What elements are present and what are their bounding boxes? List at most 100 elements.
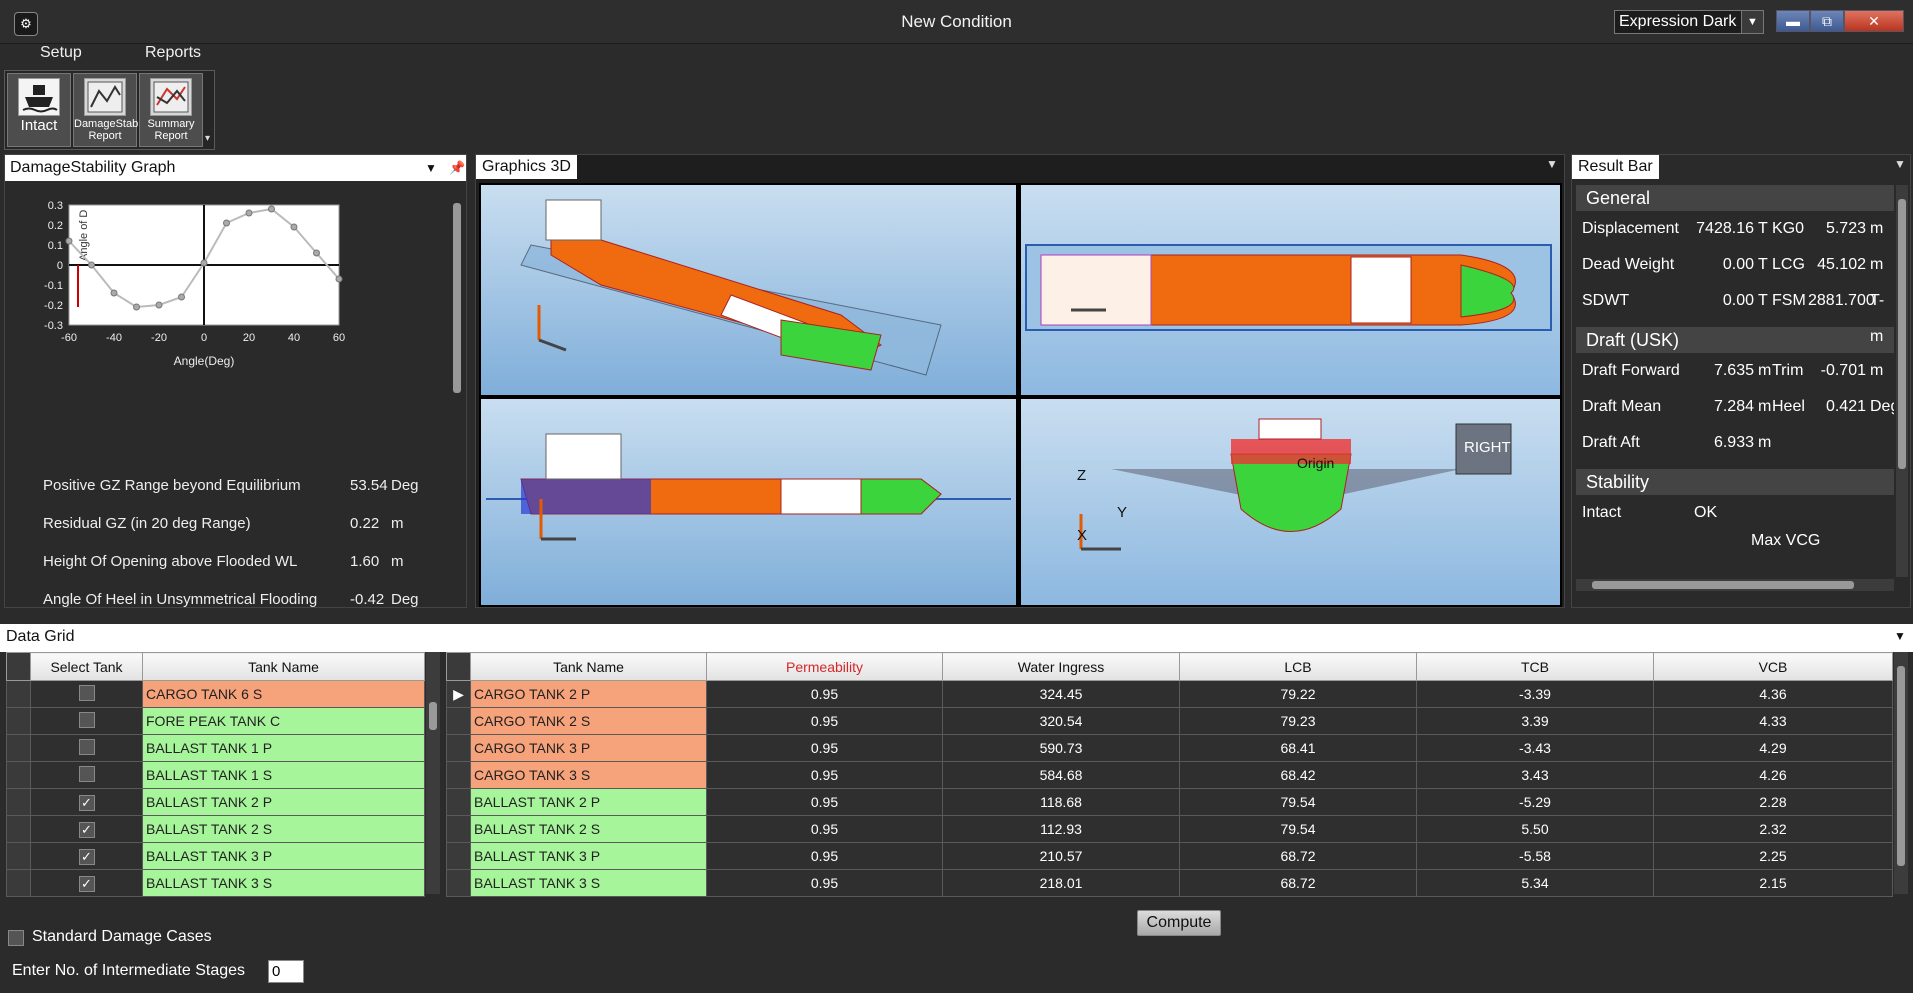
- column-header-water-ingress[interactable]: Water Ingress: [942, 652, 1180, 681]
- graphics3d-tab[interactable]: Graphics 3D: [476, 155, 577, 179]
- select-tank-cell[interactable]: ✓: [30, 788, 143, 816]
- intact-button[interactable]: Intact: [7, 73, 71, 147]
- table-row[interactable]: BALLAST TANK 3 S 0.95 218.01 68.72 5.34 …: [446, 869, 1893, 897]
- permeability-cell[interactable]: 0.95: [706, 815, 943, 843]
- select-tank-cell[interactable]: ✓: [30, 815, 143, 843]
- select-tank-cell[interactable]: [30, 734, 143, 762]
- select-tank-checkbox[interactable]: [78, 765, 95, 782]
- permeability-cell[interactable]: 0.95: [706, 842, 943, 870]
- column-header-vcb[interactable]: VCB: [1653, 652, 1893, 681]
- result-scrollbar[interactable]: [1896, 185, 1908, 577]
- viewport-front[interactable]: RIGHT Origin Z X Y: [1021, 399, 1560, 605]
- row-selector[interactable]: [446, 707, 471, 735]
- table-row[interactable]: ▶ CARGO TANK 2 P 0.95 324.45 79.22 -3.39…: [446, 680, 1893, 708]
- row-selector[interactable]: [6, 815, 31, 843]
- column-header-select-tank[interactable]: Select Tank: [30, 652, 143, 681]
- select-tank-checkbox[interactable]: ✓: [78, 848, 95, 865]
- standard-damage-checkbox[interactable]: [8, 930, 24, 946]
- select-tank-cell[interactable]: [30, 761, 143, 789]
- select-tank-cell[interactable]: ✓: [30, 869, 143, 897]
- table-row[interactable]: BALLAST TANK 2 S 0.95 112.93 79.54 5.50 …: [446, 815, 1893, 843]
- viewport-grid[interactable]: RIGHT Origin Z X Y: [479, 183, 1562, 607]
- dropdown-icon[interactable]: ▼: [1546, 157, 1558, 171]
- damage-grid-scrollbar[interactable]: [1894, 652, 1908, 894]
- viewport-iso[interactable]: [481, 185, 1016, 395]
- column-header-tcb[interactable]: TCB: [1416, 652, 1654, 681]
- select-tank-checkbox[interactable]: ✓: [78, 794, 95, 811]
- select-tank-checkbox[interactable]: [78, 684, 95, 701]
- summary-report-button[interactable]: Summary Report: [139, 73, 203, 147]
- select-grid-scrollbar-thumb[interactable]: [429, 702, 437, 730]
- table-row[interactable]: ✓ BALLAST TANK 3 S: [6, 869, 425, 897]
- chevron-down-icon[interactable]: ▼: [1741, 11, 1763, 33]
- viewport-side[interactable]: [481, 399, 1016, 605]
- maximize-button[interactable]: ⧉: [1810, 10, 1844, 32]
- graph-scrollbar[interactable]: [451, 185, 463, 605]
- table-row[interactable]: BALLAST TANK 1 P: [6, 734, 425, 762]
- theme-select[interactable]: Expression Dark ▼: [1614, 10, 1764, 34]
- table-row[interactable]: CARGO TANK 3 S 0.95 584.68 68.42 3.43 4.…: [446, 761, 1893, 789]
- table-row[interactable]: ✓ BALLAST TANK 2 S: [6, 815, 425, 843]
- row-selector[interactable]: [6, 869, 31, 897]
- result-bar-tab[interactable]: Result Bar: [1572, 155, 1659, 179]
- damagestab-report-button[interactable]: DamageStab Report: [73, 73, 138, 147]
- select-tank-cell[interactable]: [30, 707, 143, 735]
- viewport-top[interactable]: [1021, 185, 1560, 395]
- table-row[interactable]: ✓ BALLAST TANK 3 P: [6, 842, 425, 870]
- permeability-cell[interactable]: 0.95: [706, 788, 943, 816]
- select-tank-cell[interactable]: [30, 680, 143, 708]
- column-header-tank-name[interactable]: Tank Name: [142, 652, 425, 681]
- row-selector[interactable]: [6, 707, 31, 735]
- select-tank-checkbox[interactable]: [78, 711, 95, 728]
- column-header-tank-name[interactable]: Tank Name: [470, 652, 707, 681]
- dropdown-icon[interactable]: ▼: [425, 155, 437, 181]
- permeability-cell[interactable]: 0.95: [706, 680, 943, 708]
- column-header-lcb[interactable]: LCB: [1179, 652, 1417, 681]
- permeability-cell[interactable]: 0.95: [706, 869, 943, 897]
- permeability-cell[interactable]: 0.95: [706, 761, 943, 789]
- row-selector[interactable]: [6, 734, 31, 762]
- select-grid-scrollbar[interactable]: [426, 652, 440, 894]
- row-selector[interactable]: [6, 788, 31, 816]
- select-tank-checkbox[interactable]: ✓: [78, 821, 95, 838]
- row-selector[interactable]: [446, 761, 471, 789]
- dropdown-icon[interactable]: ▼: [1894, 157, 1906, 171]
- ribbon-expand-icon[interactable]: ▾: [205, 133, 210, 144]
- damage-grid-scrollbar-thumb[interactable]: [1897, 666, 1905, 866]
- permeability-cell[interactable]: 0.95: [706, 707, 943, 735]
- table-row[interactable]: CARGO TANK 2 S 0.95 320.54 79.23 3.39 4.…: [446, 707, 1893, 735]
- row-selector[interactable]: [6, 761, 31, 789]
- row-selector[interactable]: [446, 734, 471, 762]
- row-selector[interactable]: [446, 815, 471, 843]
- row-selector[interactable]: [446, 788, 471, 816]
- menu-reports[interactable]: Reports: [145, 44, 201, 62]
- menu-setup[interactable]: Setup: [40, 44, 82, 62]
- table-row[interactable]: BALLAST TANK 1 S: [6, 761, 425, 789]
- view-cube-label[interactable]: RIGHT: [1464, 439, 1511, 456]
- select-tank-checkbox[interactable]: [78, 738, 95, 755]
- select-tank-cell[interactable]: ✓: [30, 842, 143, 870]
- row-selector[interactable]: [446, 842, 471, 870]
- row-selector[interactable]: ▶: [446, 680, 471, 708]
- row-selector[interactable]: [446, 869, 471, 897]
- result-hscrollbar[interactable]: [1576, 579, 1894, 591]
- close-button[interactable]: ✕: [1844, 10, 1904, 32]
- select-tank-checkbox[interactable]: ✓: [78, 875, 95, 892]
- minimize-button[interactable]: ▬: [1776, 10, 1810, 32]
- table-row[interactable]: BALLAST TANK 3 P 0.95 210.57 68.72 -5.58…: [446, 842, 1893, 870]
- dropdown-icon[interactable]: ▼: [1894, 629, 1906, 643]
- table-row[interactable]: BALLAST TANK 2 P 0.95 118.68 79.54 -5.29…: [446, 788, 1893, 816]
- table-row[interactable]: CARGO TANK 3 P 0.95 590.73 68.41 -3.43 4…: [446, 734, 1893, 762]
- permeability-cell[interactable]: 0.95: [706, 734, 943, 762]
- result-scrollbar-thumb[interactable]: [1898, 199, 1906, 469]
- table-row[interactable]: ✓ BALLAST TANK 2 P: [6, 788, 425, 816]
- table-row[interactable]: FORE PEAK TANK C: [6, 707, 425, 735]
- graph-scrollbar-thumb[interactable]: [453, 203, 461, 393]
- pin-icon[interactable]: 📌: [449, 155, 465, 181]
- row-selector[interactable]: [6, 680, 31, 708]
- compute-button[interactable]: Compute: [1137, 910, 1221, 936]
- intermediate-stages-input[interactable]: [268, 960, 304, 983]
- column-header-permeability[interactable]: Permeability: [706, 652, 943, 681]
- row-selector[interactable]: [6, 842, 31, 870]
- table-row[interactable]: CARGO TANK 6 S: [6, 680, 425, 708]
